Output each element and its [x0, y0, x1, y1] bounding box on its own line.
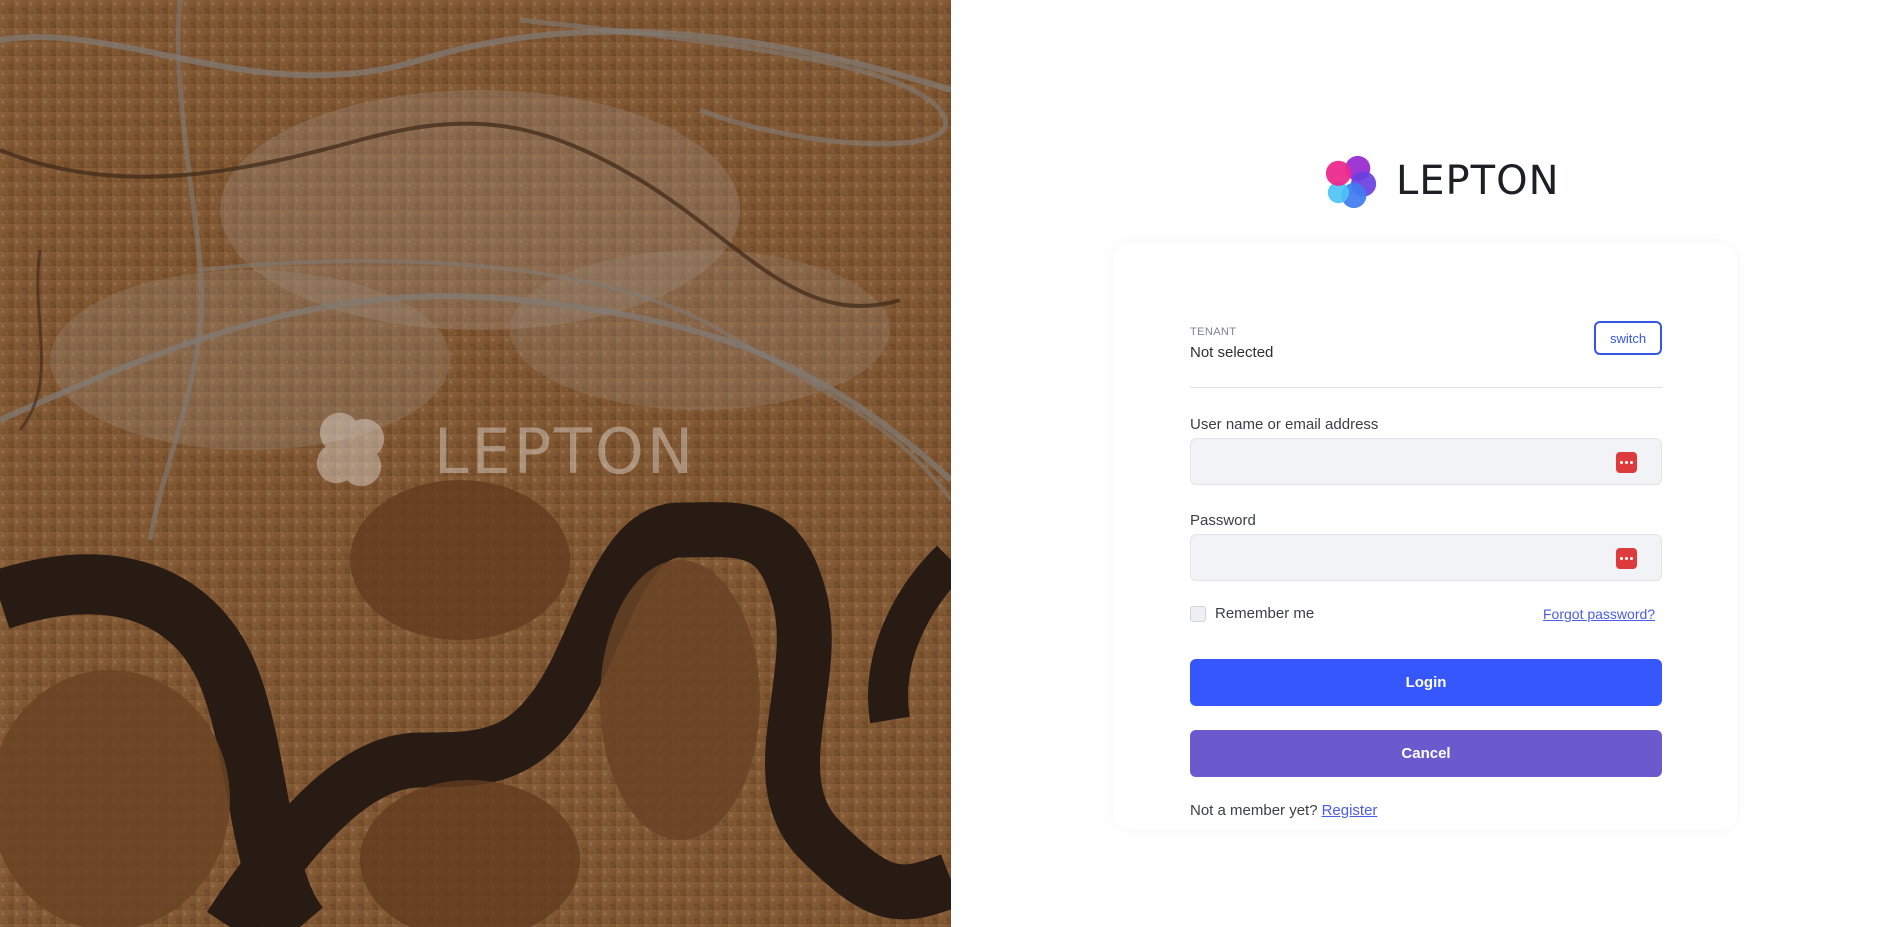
tenant-divider	[1190, 387, 1662, 388]
brand-name: LEPTON	[1396, 158, 1560, 204]
register-line: Not a member yet? Register	[1190, 802, 1377, 819]
tenant-caption: TENANT	[1190, 326, 1237, 338]
tenant-value: Not selected	[1190, 344, 1274, 361]
password-input[interactable]	[1191, 535, 1661, 580]
register-link[interactable]: Register	[1322, 802, 1378, 819]
lepton-logo-icon	[316, 412, 385, 487]
hero-image: LEPTON	[0, 0, 951, 927]
password-field	[1190, 534, 1662, 581]
forgot-password-link[interactable]: Forgot password?	[1543, 606, 1655, 622]
register-prompt: Not a member yet?	[1190, 802, 1318, 819]
hero-watermark: LEPTON	[306, 405, 696, 497]
switch-tenant-button[interactable]: switch	[1594, 321, 1662, 355]
remember-me-label: Remember me	[1215, 605, 1315, 622]
remember-me[interactable]: Remember me	[1190, 605, 1314, 622]
username-input[interactable]	[1191, 439, 1661, 484]
remember-me-checkbox[interactable]	[1190, 605, 1206, 622]
username-label: User name or email address	[1190, 416, 1379, 433]
password-manager-icon[interactable]	[1616, 548, 1637, 569]
hero-watermark-text: LEPTON	[434, 414, 697, 488]
login-button[interactable]: Login	[1190, 659, 1662, 706]
lepton-logo-icon	[1325, 155, 1377, 209]
username-field	[1190, 438, 1662, 485]
brand-logo: LEPTON	[1322, 152, 1560, 210]
cancel-button[interactable]: Cancel	[1190, 730, 1662, 777]
password-label: Password	[1190, 512, 1256, 529]
password-manager-icon[interactable]	[1616, 452, 1637, 473]
